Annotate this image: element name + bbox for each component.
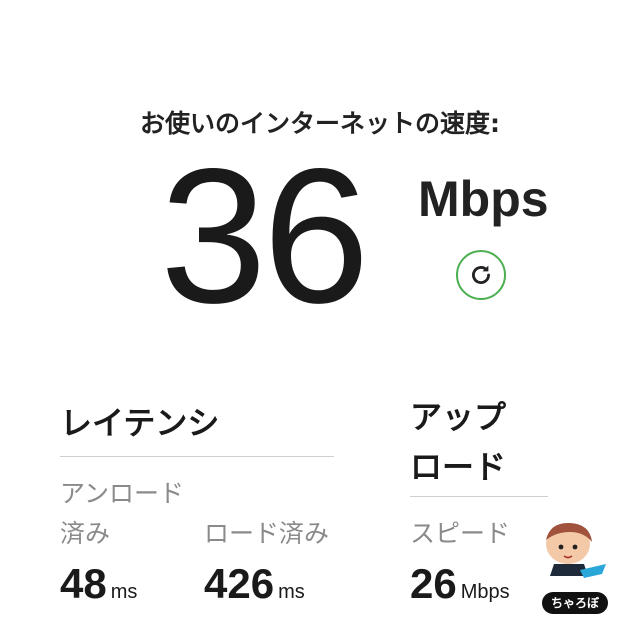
- latency-divider: [60, 456, 334, 457]
- unloaded-latency-unit: ms: [110, 581, 138, 603]
- unloaded-latency-value: 48: [60, 560, 107, 607]
- upload-speed-metric: 26 Mbps: [410, 560, 510, 608]
- upload-divider: [410, 496, 548, 497]
- loaded-latency-metric: 426 ms: [204, 560, 305, 608]
- loaded-latency-unit: ms: [278, 581, 305, 603]
- download-speed-value: 36: [160, 128, 370, 343]
- upload-label: スピード: [410, 519, 511, 548]
- download-speed-unit: Mbps: [418, 171, 549, 227]
- upload-speed-value: 26: [410, 560, 457, 607]
- mascot-badge: ちゃろぼ: [542, 592, 608, 614]
- unloaded-latency-metric: 48 ms: [60, 560, 137, 608]
- upload-title-line1: アップ: [410, 398, 507, 436]
- upload-title-line2: ロード: [410, 448, 507, 486]
- upload-speed-unit: Mbps: [460, 581, 510, 603]
- unloaded-label-line2: 済み: [60, 519, 111, 548]
- loaded-label: ロード済み: [204, 519, 330, 548]
- refresh-icon: [472, 265, 490, 284]
- mascot-avatar: [546, 522, 606, 578]
- refresh-button[interactable]: [456, 250, 506, 300]
- latency-title: レイテンシ: [60, 404, 220, 442]
- unloaded-label-line1: アンロード: [60, 479, 185, 508]
- loaded-latency-value: 426: [204, 560, 275, 607]
